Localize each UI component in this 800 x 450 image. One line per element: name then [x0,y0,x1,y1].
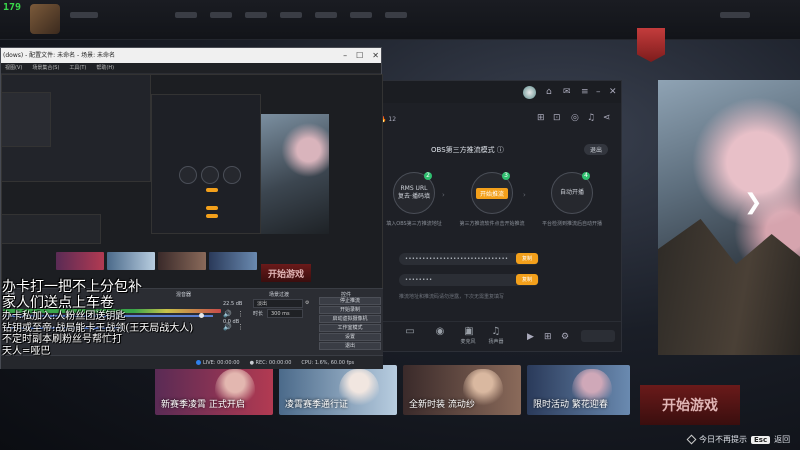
bottom-hint: 今日不再提示 Esc 返回 [686,434,790,445]
obs-window-controls: – ☐ ✕ [343,48,379,63]
event-card[interactable]: 凌霄赛季通行证 [279,365,397,415]
mic-item[interactable]: ♪ 麦克风 [453,326,483,345]
card-caption: 凌霄赛季通行证 [285,400,349,410]
microphone-icon: ♪ [464,326,472,337]
menu-help[interactable]: 帮助(H) [96,63,114,73]
stop-streaming-button[interactable]: 停止推流 [319,297,381,305]
obs-mode-title: OBS第三方推流模式 ⓘ [431,146,504,154]
gear-icon[interactable]: ⚙ [561,332,569,342]
game-top-bar [0,0,800,40]
live-dot-icon [196,359,201,365]
obs-titlebar: (dows) - 配置文件: 未命名 - 场景: 未命名 [1,48,381,63]
nested-obs-dock [1,214,101,244]
overlay-line: 钻钥或至帝:战局能卡王战领(王天局战大人) [2,322,194,334]
overlay-line: 家人们送点上车卷 [2,295,114,311]
live-status: LIVE: 00:00:00 [196,359,240,366]
step-desc: 第三方推流软件点击开始推流 [459,221,525,227]
camera-icon: ◉ [435,326,445,337]
event-card[interactable]: 新赛季凌霄 正式开启 [155,365,273,415]
app-titlebar: ⌂ ✉ ≡ – ✕ [341,81,621,103]
stream-settings-button[interactable] [581,330,615,342]
start-recording-button[interactable]: 开始录制 [319,306,381,314]
step-desc: 平台检测到推流后自动开播 [541,221,602,227]
settings-button[interactable]: 设置 [319,333,381,341]
dont-show-today-label[interactable]: 今日不再提示 [699,434,747,445]
start-game-button[interactable]: 开始游戏 [640,385,740,425]
transitions-dock-title: 场景过渡 [269,292,290,298]
step-auto-live: 4 自动开播 [551,172,593,214]
obs-menubar: 视图(V) 场景集合(S) 工具(T) 帮助(H) [1,63,381,73]
overlay-line: 办卡私加入:人粉丝团送钥匙 [2,311,126,322]
nested-app-window [151,94,261,234]
studio-mode-button[interactable]: 工作室模式 [319,324,381,332]
menu-tools[interactable]: 工具(T) [69,63,86,73]
speaker-icon: ♫ [491,326,501,337]
rec-status: ● REC: 00:00:00 [249,359,292,366]
return-label[interactable]: 返回 [774,434,790,445]
obs-status-bar: LIVE: 00:00:00 ● REC: 00:00:00 CPU: 1.6%… [1,355,383,369]
shop-icon[interactable]: ⊞ [537,113,545,123]
app-bottom-bar: ▭ ◉ ▣ ♪ 麦克风 ♫ 扬声器 ▶ ⊞ ⚙ [341,321,621,351]
overlay-line: 办卡打一把不上分包补 [2,279,142,295]
gift-icon[interactable]: ⌂ [546,87,552,97]
event-card[interactable]: 全新时装 流动纱 [403,365,521,415]
bottom-item[interactable]: ◉ [425,326,455,338]
maximize-icon[interactable]: ☐ [356,48,363,63]
event-card[interactable]: 限时活动 繁花迎春 [527,365,630,415]
copy-url-button[interactable]: 复制 [516,253,538,264]
minimize-icon[interactable]: – [596,87,601,97]
copy-key-button[interactable]: 复制 [516,274,538,285]
event-cards: 新赛季凌霄 正式开启 凌霄赛季通行证 全新时装 流动纱 限时活动 繁花迎春 [155,365,630,415]
esc-key-badge: Esc [751,435,771,444]
url-note: 推流地址和推流码请勿泄露，下次无需重复填写 [399,294,505,300]
overlay-line: 不定时副本刷粉丝号帮忙打 [2,334,122,345]
obs-preview[interactable]: 开始游戏 [1,74,383,302]
cpu-status: CPU: 1.6%, 60.00 fps [301,359,355,366]
game-artwork [658,80,800,355]
checkbox-diamond-icon[interactable] [686,434,697,445]
bell-icon[interactable]: ♫ [587,113,595,123]
grid-icon[interactable]: ⊞ [544,332,552,342]
card-caption: 新赛季凌霄 正式开启 [161,400,245,410]
menu-view[interactable]: 视图(V) [5,63,22,73]
overlay-line: 天人=哑巴 [2,345,51,357]
virtual-camera-button[interactable]: 启动虚拟摄像机 [319,315,381,323]
share-icon[interactable]: ⋖ [603,113,611,123]
menu-icon[interactable]: ≡ [581,87,589,97]
monitor-icon: ▭ [405,326,415,337]
stream-overlay-text: 办卡打一把不上分包补 家人们送点上车卷 办卡私加入:人粉丝团送钥匙 钻钥或至帝:… [2,279,262,357]
step-arrow-icon: › [523,191,526,199]
fps-counter: 179 [3,2,22,13]
step-desc: 填入OBS第三方推流地址 [386,221,442,227]
minimize-icon[interactable]: – [343,48,347,63]
card-caption: 限时活动 繁花迎春 [533,400,608,410]
step-arrow-icon: › [442,191,445,199]
close-icon[interactable]: ✕ [609,87,617,97]
card-caption: 全新时装 流动纱 [409,400,475,410]
exit-button[interactable]: 退出 [584,144,608,155]
settings-icon[interactable]: ◎ [571,113,579,123]
game-logo [30,4,60,34]
step-start-push: 3 开始推流 [471,172,513,214]
preview-start-label: 开始游戏 [267,269,304,280]
duration-field[interactable]: 300 ms [267,309,303,318]
video-icon[interactable]: ▶ [527,332,534,342]
avatar[interactable] [523,86,536,99]
app-under-strip [382,357,800,365]
lock-icon[interactable]: ⊡ [553,113,561,123]
speaker-item[interactable]: ♫ 扬声器 [481,326,511,345]
step-url: 2 RMS URL 复去·播码填 [393,172,435,214]
exit-button[interactable]: 退出 [319,342,381,350]
next-chevron-icon[interactable]: ❯ [744,190,762,215]
mail-icon[interactable]: ✉ [563,87,571,97]
gear-icon[interactable]: ⚙ [305,300,309,306]
menu-scene-collection[interactable]: 场景集合(S) [32,63,59,73]
bottom-item[interactable]: ▭ [395,326,425,338]
close-icon[interactable]: ✕ [372,48,379,63]
